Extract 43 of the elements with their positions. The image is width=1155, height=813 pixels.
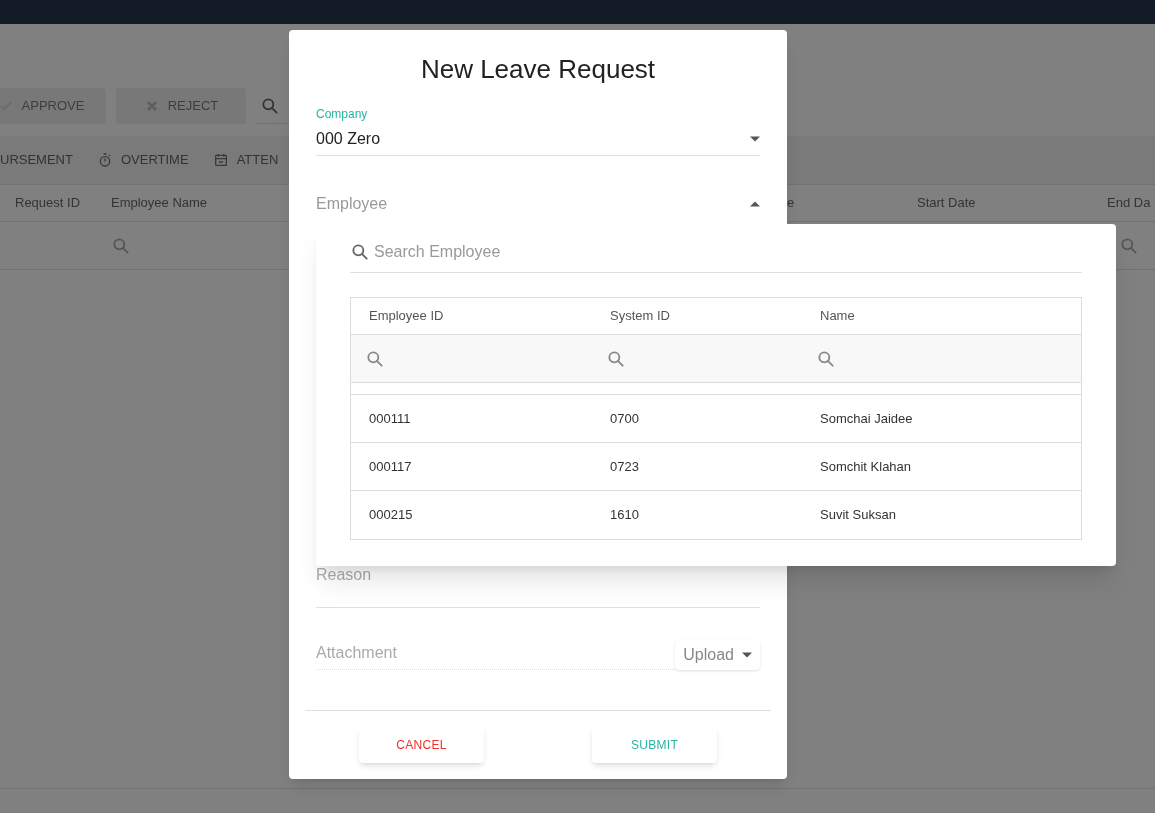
column-header[interactable]: Start Date xyxy=(917,193,1107,213)
table-cell-text: 000111 xyxy=(369,409,412,428)
table-cell-text: 0700 xyxy=(610,409,640,428)
search-icon xyxy=(260,95,280,116)
field-label: Company xyxy=(316,106,369,123)
calendar-icon xyxy=(212,152,229,168)
column-header[interactable]: Request ID xyxy=(15,193,111,213)
table-cell-text: 1610 xyxy=(610,506,640,525)
search-employee-field[interactable]: Search Employee xyxy=(350,240,1082,273)
employee-row[interactable]: 000117 0723 Somchit Klahan xyxy=(351,443,1081,491)
cancel-button[interactable]: CANCEL xyxy=(359,727,484,763)
table-cell-text: Somchai Jaidee xyxy=(820,409,914,428)
search-icon xyxy=(111,235,131,256)
column-header[interactable]: End Da xyxy=(1107,193,1155,213)
table-cell-text: Suvit Suksan xyxy=(820,506,897,525)
search-icon xyxy=(606,348,626,369)
submit-button[interactable]: SUBMIT xyxy=(592,727,717,763)
table-cell-text: 0723 xyxy=(610,457,640,476)
search-icon xyxy=(350,242,370,262)
caret-icon xyxy=(750,136,760,142)
column-filter-field[interactable] xyxy=(1119,235,1139,256)
caret-icon xyxy=(742,652,752,658)
employee-select[interactable]: Employee xyxy=(316,192,760,216)
search-icon xyxy=(816,348,836,369)
table-cell-text: 000215 xyxy=(369,506,414,525)
company-select[interactable]: 000 Zero xyxy=(316,127,760,151)
employee-row[interactable]: 000215 1610 Suvit Suksan xyxy=(351,491,1081,539)
tab[interactable]: OVERTIME xyxy=(96,150,189,170)
dialog-title: New Leave Request xyxy=(419,53,657,86)
search-icon xyxy=(365,348,385,369)
column-header[interactable]: Employee ID xyxy=(369,306,610,326)
column-header[interactable]: System ID xyxy=(610,306,820,326)
tab[interactable]: ATTEN xyxy=(212,150,279,170)
caret-icon xyxy=(750,201,760,207)
tab[interactable]: URSEMENT xyxy=(0,150,73,170)
search-icon xyxy=(1119,235,1139,256)
table-cell-text: 000117 xyxy=(369,457,413,476)
upload-button[interactable]: Upload xyxy=(675,640,760,670)
column-filter-field[interactable] xyxy=(111,235,131,256)
column-header[interactable]: e xyxy=(787,193,917,213)
table-cell-text: Somchit Klahan xyxy=(820,457,913,476)
employee-row[interactable]: 000111 0700 Somchai Jaidee xyxy=(351,395,1081,443)
column-header[interactable]: Name xyxy=(820,306,1063,326)
